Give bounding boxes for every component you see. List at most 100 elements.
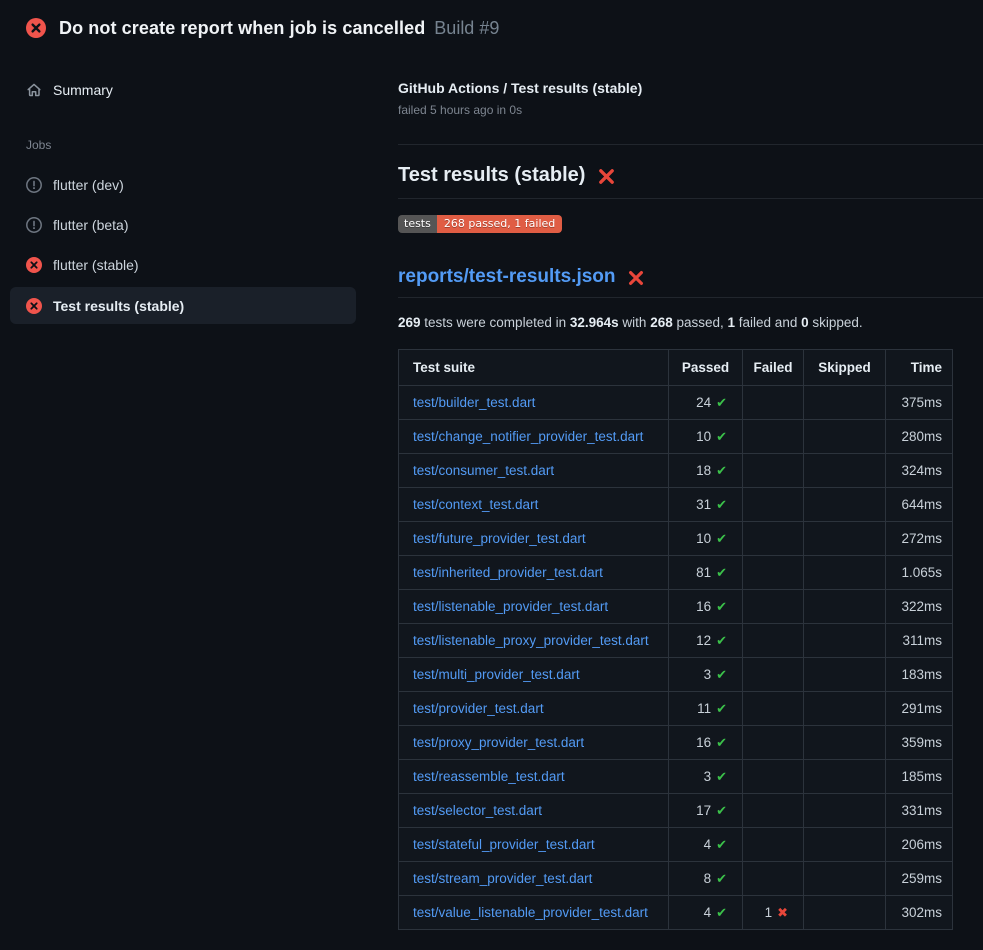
badge-label: tests — [398, 215, 437, 233]
test-suite-link[interactable]: test/change_notifier_provider_test.dart — [413, 429, 643, 444]
page-header: Do not create report when job is cancell… — [0, 0, 983, 56]
sidebar-item-summary[interactable]: Summary — [10, 70, 356, 110]
page-title: Do not create report when job is cancell… — [59, 18, 425, 39]
failed-cell — [743, 624, 804, 658]
time-cell: 375ms — [886, 386, 953, 420]
test-suite-link[interactable]: test/listenable_provider_test.dart — [413, 599, 608, 614]
test-suite-cell: test/proxy_provider_test.dart — [399, 726, 669, 760]
passed-cell: 10 ✔ — [669, 420, 743, 454]
passed-count: 24 — [696, 395, 711, 410]
summary-segment: failed and — [735, 315, 801, 330]
skipped-cell — [804, 590, 886, 624]
test-suite-link[interactable]: test/value_listenable_provider_test.dart — [413, 905, 648, 920]
passed-count: 81 — [696, 565, 711, 580]
time-cell: 1.065s — [886, 556, 953, 590]
table-row: test/proxy_provider_test.dart16✔359ms — [399, 726, 953, 760]
run-meta: failed 5 hours ago in 0s — [398, 103, 983, 117]
passed-cell: 17✔ — [669, 794, 743, 828]
failed-cell — [743, 692, 804, 726]
passed-count: 18 — [696, 463, 711, 478]
test-suite-cell: test/future_provider_test.dart — [399, 522, 669, 556]
sidebar-item-flutter-beta[interactable]: flutter (beta) — [10, 205, 356, 245]
time-cell: 322ms — [886, 590, 953, 624]
passed-cell: 18✔ — [669, 454, 743, 488]
test-suite-link[interactable]: test/multi_provider_test.dart — [413, 667, 580, 682]
test-suite-cell: test/provider_test.dart — [399, 692, 669, 726]
test-suite-link[interactable]: test/stateful_provider_test.dart — [413, 837, 595, 852]
sidebar-item-flutter-dev[interactable]: flutter (dev) — [10, 165, 356, 205]
test-suite-link[interactable]: test/consumer_test.dart — [413, 463, 554, 478]
passed-cell: 8✔ — [669, 862, 743, 896]
passed-count: 12 — [696, 633, 711, 648]
check-icon: ✔ — [716, 701, 727, 716]
test-suite-link[interactable]: test/selector_test.dart — [413, 803, 542, 818]
check-icon: ✔ — [716, 735, 727, 750]
test-suite-link[interactable]: test/proxy_provider_test.dart — [413, 735, 584, 750]
test-suite-cell: test/value_listenable_provider_test.dart — [399, 896, 669, 930]
skipped-cell — [804, 624, 886, 658]
passed-cell: 4✔ — [669, 828, 743, 862]
passed-count: 4 — [704, 837, 712, 852]
check-icon: ✔ — [716, 633, 727, 648]
sidebar-item-label: flutter (beta) — [53, 217, 128, 233]
test-suite-cell: test/listenable_proxy_provider_test.dart — [399, 624, 669, 658]
summary-segment: 32.964s — [570, 315, 619, 330]
check-icon: ✔ — [716, 429, 727, 444]
skipped-cell — [804, 726, 886, 760]
column-header-time: Time — [886, 350, 953, 386]
passed-cell: 12 ✔ — [669, 624, 743, 658]
table-row: test/builder_test.dart 24✔ 375ms — [399, 386, 953, 420]
failed-cell — [743, 488, 804, 522]
test-suite-cell: test/context_test.dart — [399, 488, 669, 522]
test-suite-link[interactable]: test/listenable_proxy_provider_test.dart — [413, 633, 649, 648]
x-icon: ✖ — [777, 905, 788, 920]
badge-value: 268 passed, 1 failed — [437, 215, 562, 233]
skipped-cell — [804, 386, 886, 420]
check-icon: ✔ — [716, 871, 727, 886]
test-suite-link[interactable]: test/future_provider_test.dart — [413, 531, 586, 546]
skipped-cell — [804, 658, 886, 692]
passed-count: 10 — [696, 429, 711, 444]
time-cell: 324ms — [886, 454, 953, 488]
section-title: Test results (stable) — [398, 164, 983, 199]
passed-cell: 24✔ — [669, 386, 743, 420]
test-suite-link[interactable]: test/reassemble_test.dart — [413, 769, 565, 784]
test-suite-link[interactable]: test/stream_provider_test.dart — [413, 871, 592, 886]
table-row: test/listenable_provider_test.dart16✔322… — [399, 590, 953, 624]
test-suite-cell: test/inherited_provider_test.dart — [399, 556, 669, 590]
summary-segment: 0 — [801, 315, 809, 330]
test-suite-link[interactable]: test/provider_test.dart — [413, 701, 544, 716]
table-row: test/stateful_provider_test.dart4✔206ms — [399, 828, 953, 862]
time-cell: 259ms — [886, 862, 953, 896]
x-circle-icon — [26, 298, 42, 314]
sidebar-item-flutter-stable[interactable]: flutter (stable) — [10, 245, 356, 285]
x-circle-icon — [26, 18, 46, 38]
time-cell: 183ms — [886, 658, 953, 692]
results-table: Test suitePassedFailedSkippedTime test/b… — [398, 349, 953, 930]
divider — [398, 144, 983, 145]
time-cell: 644ms — [886, 488, 953, 522]
summary-segment: passed, — [673, 315, 728, 330]
test-suite-link[interactable]: test/builder_test.dart — [413, 395, 535, 410]
sidebar-item-test-results-stable[interactable]: Test results (stable) — [10, 287, 356, 324]
skipped-cell — [804, 420, 886, 454]
test-suite-link[interactable]: test/context_test.dart — [413, 497, 538, 512]
summary-line: 269 tests were completed in 32.964s with… — [398, 315, 983, 330]
skipped-cell — [804, 862, 886, 896]
time-cell: 280ms — [886, 420, 953, 454]
failed-cell — [743, 794, 804, 828]
check-icon: ✔ — [716, 769, 727, 784]
passed-count: 16 — [696, 735, 711, 750]
passed-cell: 4✔ — [669, 896, 743, 930]
passed-cell: 11✔ — [669, 692, 743, 726]
check-icon: ✔ — [716, 565, 727, 580]
test-suite-link[interactable]: test/inherited_provider_test.dart — [413, 565, 603, 580]
passed-count: 3 — [704, 769, 712, 784]
check-run-page: Do not create report when job is cancell… — [0, 0, 983, 950]
jobs-section-label: Jobs — [0, 138, 366, 152]
report-title[interactable]: reports/test-results.json — [398, 266, 983, 298]
table-row: test/provider_test.dart11✔291ms — [399, 692, 953, 726]
failed-cell — [743, 590, 804, 624]
check-icon: ✔ — [716, 531, 727, 546]
test-suite-cell: test/multi_provider_test.dart — [399, 658, 669, 692]
